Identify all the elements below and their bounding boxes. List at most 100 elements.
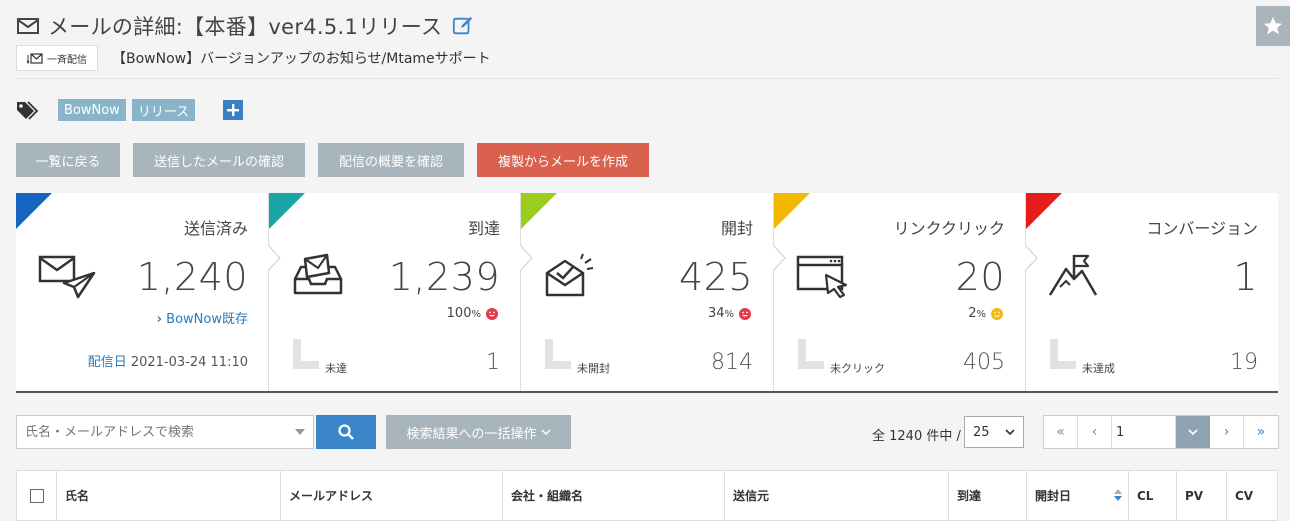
inbox-mail-icon	[293, 253, 343, 295]
back-to-list-button[interactable]: 一覧に戻る	[16, 143, 120, 177]
page-title: メールの詳細:【本番】ver4.5.1リリース	[48, 15, 443, 39]
view-sent-mail-button[interactable]: 送信したメールの確認	[133, 143, 305, 177]
stat-card-opened: 開封 425 34% 未開封 814	[520, 193, 774, 391]
column-header-cv[interactable]: CV	[1227, 471, 1277, 520]
stat-value: 425	[678, 255, 753, 299]
bulk-action-label: 検索結果への一括操作	[406, 426, 537, 442]
divider	[16, 78, 1278, 79]
per-page-select[interactable]: 25	[964, 416, 1024, 448]
stat-card-reached: 到達 1,239 100% 未達 1	[268, 193, 521, 391]
delivery-date-label: 配信日	[87, 355, 127, 370]
subtitle-row: 一斉配信 【BowNow】バージョンアップのお知らせ/Mtameサポート	[16, 45, 491, 71]
tag-bownow[interactable]: BowNow	[58, 99, 126, 121]
sent-mail-icon	[38, 255, 96, 299]
action-buttons: 一覧に戻る 送信したメールの確認 配信の概要を確認 複製からメールを作成	[16, 143, 649, 177]
delivery-type-badge: 一斉配信	[16, 45, 98, 71]
prev-page-button[interactable]: ‹	[1078, 416, 1112, 448]
next-page-button[interactable]: ›	[1210, 416, 1244, 448]
bulk-action-button[interactable]: 検索結果への一括操作	[386, 415, 571, 449]
link-label: BowNow既存	[166, 312, 248, 327]
sort-icon	[1114, 489, 1122, 501]
card-corner	[16, 193, 52, 229]
last-page-button[interactable]: »	[1244, 416, 1278, 448]
edit-icon[interactable]	[452, 15, 474, 37]
star-icon	[1263, 16, 1283, 35]
stat-value: 20	[955, 255, 1005, 299]
stat-card-sent: 送信済み 1,240 › BowNow既存 配信日 2021-03-24 11:…	[16, 193, 269, 391]
column-header-opened-date[interactable]: 開封日	[1027, 471, 1129, 520]
chevron-down-icon	[540, 429, 551, 435]
card-corner	[1026, 193, 1062, 229]
delivery-type-label: 一斉配信	[47, 54, 87, 66]
page-select-toggle[interactable]	[1176, 416, 1210, 448]
delivery-date-value: 2021-03-24 11:10	[130, 355, 248, 370]
search-dropdown-toggle[interactable]	[287, 429, 313, 435]
search-field	[16, 415, 314, 449]
column-header-opened-date-label: 開封日	[1035, 489, 1072, 503]
bownow-existing-link[interactable]: › BowNow既存	[157, 308, 248, 327]
duplicate-mail-button[interactable]: 複製からメールを作成	[477, 143, 649, 177]
bulk-mail-icon	[27, 53, 43, 65]
tag-release[interactable]: リリース	[131, 99, 196, 121]
stat-label: コンバージョン	[1146, 219, 1258, 238]
mail-icon	[17, 18, 39, 34]
column-header-company[interactable]: 会社・組織名	[503, 471, 725, 520]
sub-stat-label: 未開封	[577, 362, 610, 375]
plus-icon	[227, 104, 240, 116]
column-header-sender[interactable]: 送信元	[725, 471, 949, 520]
bounce-arrow-icon	[293, 339, 319, 369]
stat-label: 送信済み	[183, 219, 248, 238]
column-header-name[interactable]: 氏名	[57, 471, 281, 520]
first-page-button[interactable]: «	[1044, 416, 1078, 448]
column-header-pv[interactable]: PV	[1177, 471, 1227, 520]
card-corner	[521, 193, 557, 229]
chevron-down-icon	[1005, 429, 1015, 435]
percent-value: 34	[707, 306, 725, 321]
tags-icon	[17, 101, 39, 120]
bounce-arrow-icon	[545, 339, 571, 369]
stat-label: 到達	[467, 219, 500, 238]
select-all-checkbox[interactable]	[29, 488, 44, 503]
column-header-email[interactable]: メールアドレス	[281, 471, 503, 520]
happy-face-icon	[739, 307, 751, 320]
stat-percent: 100%	[447, 306, 498, 321]
stat-value: 1,240	[136, 255, 248, 299]
select-all-cell	[17, 471, 57, 520]
mail-subject: 【BowNow】バージョンアップのお知らせ/Mtameサポート	[112, 51, 491, 67]
sub-stat-value: 814	[711, 350, 753, 375]
per-page-value: 25	[973, 424, 990, 440]
tags-row: BowNow リリース	[16, 98, 244, 122]
sub-stat-label: 未達成	[1082, 362, 1115, 375]
favorite-button[interactable]	[1256, 6, 1290, 46]
bounce-arrow-icon	[798, 339, 824, 369]
page-number-input[interactable]: 1	[1112, 416, 1176, 448]
sub-stat-label: 未達	[325, 362, 347, 375]
page-title-row: メールの詳細:【本番】ver4.5.1リリース	[16, 10, 474, 42]
pagination: « ‹ 1 › »	[1043, 415, 1279, 449]
stat-percent: 34%	[708, 306, 751, 321]
percent-value: 100	[446, 306, 472, 321]
stat-value: 1,239	[388, 255, 500, 299]
stat-value: 1	[1233, 255, 1258, 299]
result-count: 全 1240 件中 /	[872, 429, 961, 444]
chevron-separator	[520, 245, 533, 271]
view-overview-button[interactable]: 配信の概要を確認	[318, 143, 464, 177]
card-corner	[774, 193, 810, 229]
search-input[interactable]	[17, 424, 287, 440]
stat-card-conversion: コンバージョン 1 未達成 19	[1025, 193, 1278, 391]
stat-card-link-click: リンククリック 20 2% 未クリック 405	[773, 193, 1026, 391]
add-tag-button[interactable]	[223, 100, 244, 120]
column-header-reached[interactable]: 到達	[949, 471, 1027, 520]
chevron-right-icon: ›	[156, 312, 163, 327]
chevron-separator	[268, 245, 281, 271]
search-button[interactable]	[316, 415, 376, 449]
stats-panel: 送信済み 1,240 › BowNow既存 配信日 2021-03-24 11:…	[16, 193, 1278, 393]
percent-unit: %	[471, 309, 481, 320]
chevron-down-icon	[1188, 429, 1198, 435]
bounce-arrow-icon	[1050, 339, 1076, 369]
search-icon	[338, 424, 354, 440]
column-header-cl[interactable]: CL	[1129, 471, 1177, 520]
stat-label: リンククリック	[893, 219, 1005, 238]
open-envelope-icon	[545, 253, 594, 297]
percent-unit: %	[976, 309, 986, 320]
